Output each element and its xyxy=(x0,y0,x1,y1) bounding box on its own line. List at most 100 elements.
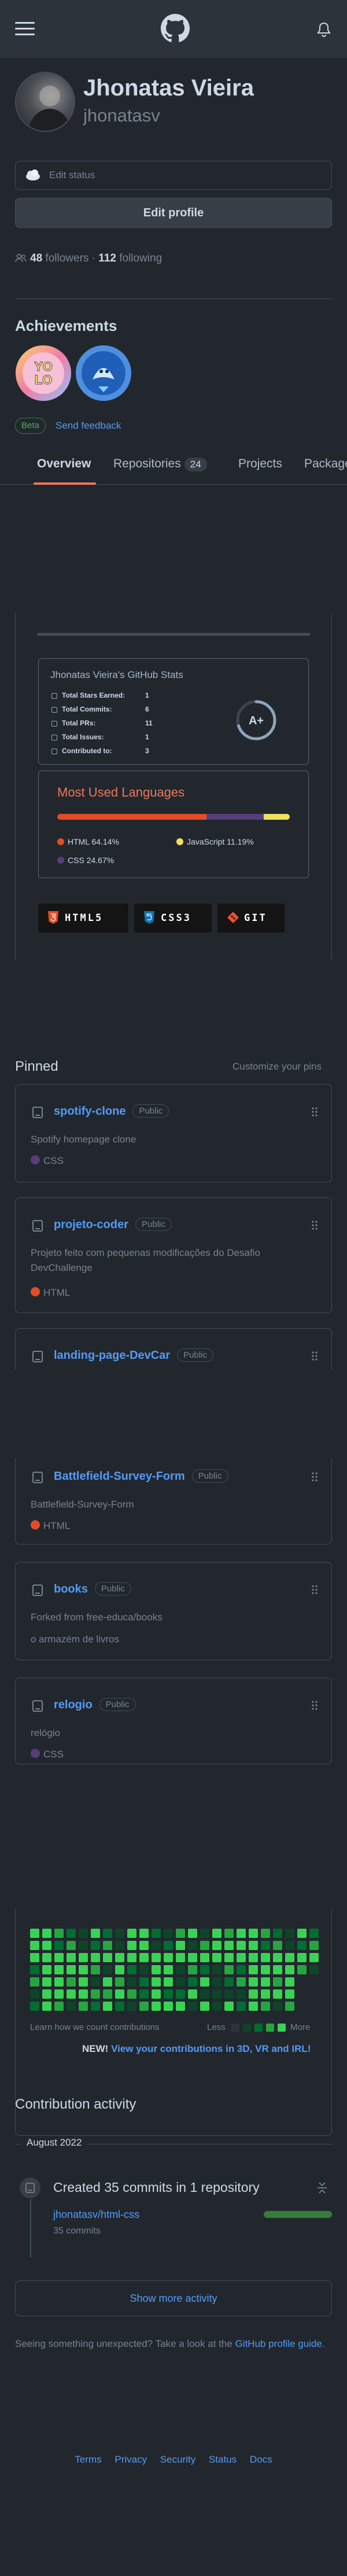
contribution-cell[interactable] xyxy=(79,1941,88,1950)
contribution-cell[interactable] xyxy=(273,1965,282,1974)
contribution-cell[interactable] xyxy=(224,1929,234,1938)
contribution-cell[interactable] xyxy=(127,1989,136,1999)
contribution-cell[interactable] xyxy=(139,1989,149,1999)
contribution-cell[interactable] xyxy=(237,1929,246,1938)
contribution-cell[interactable] xyxy=(103,2002,112,2011)
contribution-cell[interactable] xyxy=(30,1977,39,1987)
followers-label[interactable]: followers xyxy=(45,252,88,264)
contribution-cell[interactable] xyxy=(91,2002,100,2011)
contribution-cell[interactable] xyxy=(285,1989,294,1999)
contribution-cell[interactable] xyxy=(115,2002,124,2011)
contribution-cell[interactable] xyxy=(54,1965,64,1974)
contribution-cell[interactable] xyxy=(224,1989,234,1999)
contribution-cell[interactable] xyxy=(261,1953,270,1962)
pinned-repo-name[interactable]: relogio Public xyxy=(54,1698,136,1712)
contribution-cell[interactable] xyxy=(67,1941,76,1950)
contribution-cell[interactable] xyxy=(164,1929,173,1938)
contribution-cell[interactable] xyxy=(285,1977,294,1987)
contribution-cell[interactable] xyxy=(200,2002,209,2011)
notification-bell-icon[interactable] xyxy=(317,22,331,37)
contribution-cell[interactable] xyxy=(188,2002,197,2011)
contribution-cell[interactable] xyxy=(127,1953,136,1962)
menu-icon[interactable] xyxy=(15,22,36,36)
contribution-cell[interactable] xyxy=(297,1953,307,1962)
contribution-cell[interactable] xyxy=(249,1977,258,1987)
contribution-cell[interactable] xyxy=(285,2002,294,2011)
contribution-cell[interactable] xyxy=(273,1989,282,1999)
avatar[interactable] xyxy=(15,72,75,132)
contribution-cell[interactable] xyxy=(309,1953,319,1962)
contribution-cell[interactable] xyxy=(127,1929,136,1938)
contribution-cell[interactable] xyxy=(200,1953,209,1962)
contribution-cell[interactable] xyxy=(127,1977,136,1987)
pull-shark-badge-icon[interactable] xyxy=(75,345,132,401)
contribution-cell[interactable] xyxy=(176,1965,185,1974)
tab-repositories[interactable]: Repositories 24 xyxy=(113,457,207,471)
contribution-cell[interactable] xyxy=(285,1929,294,1938)
contribution-cell[interactable] xyxy=(54,1953,64,1962)
contribution-cell[interactable] xyxy=(249,2002,258,2011)
contribution-cell[interactable] xyxy=(139,1953,149,1962)
contribution-cell[interactable] xyxy=(237,1989,246,1999)
contribution-cell[interactable] xyxy=(249,1989,258,1999)
contribution-cell[interactable] xyxy=(54,1929,64,1938)
contribution-cell[interactable] xyxy=(152,2002,161,2011)
contribution-cell[interactable] xyxy=(67,1953,76,1962)
footer-link-privacy[interactable]: Privacy xyxy=(115,2454,147,2465)
contribution-cell[interactable] xyxy=(200,1941,209,1950)
contribution-cell[interactable] xyxy=(139,1929,149,1938)
contribution-cell[interactable] xyxy=(176,1953,185,1962)
contribution-cell[interactable] xyxy=(176,2002,185,2011)
contribution-cell[interactable] xyxy=(273,1977,282,1987)
contribution-cell[interactable] xyxy=(67,1965,76,1974)
contribution-cell[interactable] xyxy=(42,1989,51,1999)
contribution-cell[interactable] xyxy=(249,1941,258,1950)
contribution-cell[interactable] xyxy=(127,1941,136,1950)
contribution-cell[interactable] xyxy=(261,2002,270,2011)
contribution-cell[interactable] xyxy=(103,1953,112,1962)
contribution-cell[interactable] xyxy=(237,2002,246,2011)
contribution-cell[interactable] xyxy=(176,1929,185,1938)
drag-handle-icon[interactable] xyxy=(312,1107,318,1117)
html5-shield[interactable]: HTML5 xyxy=(38,904,128,933)
contribution-cell[interactable] xyxy=(115,1989,124,1999)
contribution-cell[interactable] xyxy=(139,1965,149,1974)
contribution-cell[interactable] xyxy=(273,1941,282,1950)
contribution-cell[interactable] xyxy=(127,2002,136,2011)
contribution-cell[interactable] xyxy=(42,2002,51,2011)
contribution-cell[interactable] xyxy=(273,1953,282,1962)
pinned-repo-link[interactable]: relogio xyxy=(54,1698,93,1711)
contribution-cell[interactable] xyxy=(249,1965,258,1974)
contribution-cell[interactable] xyxy=(91,1977,100,1987)
github-logo-icon[interactable] xyxy=(161,14,190,43)
contribution-cell[interactable] xyxy=(139,1941,149,1950)
contribution-cell[interactable] xyxy=(54,2002,64,2011)
learn-contributions-link[interactable]: Learn how we count contributions xyxy=(30,2022,159,2032)
footer-link-docs[interactable]: Docs xyxy=(250,2454,272,2465)
contribution-cell[interactable] xyxy=(67,1977,76,1987)
contribution-cell[interactable] xyxy=(237,1977,246,1987)
pinned-repo-name[interactable]: Battlefield-Survey-Form Public xyxy=(54,1469,228,1483)
contribution-cell[interactable] xyxy=(42,1941,51,1950)
contribution-cell[interactable] xyxy=(273,1929,282,1938)
contribution-cell[interactable] xyxy=(188,1977,197,1987)
contributions-3d-link[interactable]: View your contributions in 3D, VR and IR… xyxy=(111,2043,311,2054)
css3-shield[interactable]: CSS3 xyxy=(134,904,212,933)
contribution-cell[interactable] xyxy=(115,1977,124,1987)
contribution-cell[interactable] xyxy=(42,1977,51,1987)
pinned-repo-link[interactable]: landing-page-DevCar xyxy=(54,1349,170,1362)
contribution-cell[interactable] xyxy=(103,1965,112,1974)
send-feedback-link[interactable]: Send feedback xyxy=(56,420,121,432)
contribution-cell[interactable] xyxy=(297,1929,307,1938)
contribution-cell[interactable] xyxy=(139,1977,149,1987)
contribution-cell[interactable] xyxy=(200,1929,209,1938)
profile-guide-link[interactable]: GitHub profile guide xyxy=(235,2338,322,2349)
contribution-cell[interactable] xyxy=(79,1965,88,1974)
contribution-cell[interactable] xyxy=(91,1941,100,1950)
contribution-cell[interactable] xyxy=(188,1953,197,1962)
contribution-cell[interactable] xyxy=(212,2002,222,2011)
contribution-cell[interactable] xyxy=(212,1977,222,1987)
contribution-cell[interactable] xyxy=(103,1977,112,1987)
pinned-repo-name[interactable]: books Public xyxy=(54,1582,131,1596)
contribution-cell[interactable] xyxy=(212,1989,222,1999)
